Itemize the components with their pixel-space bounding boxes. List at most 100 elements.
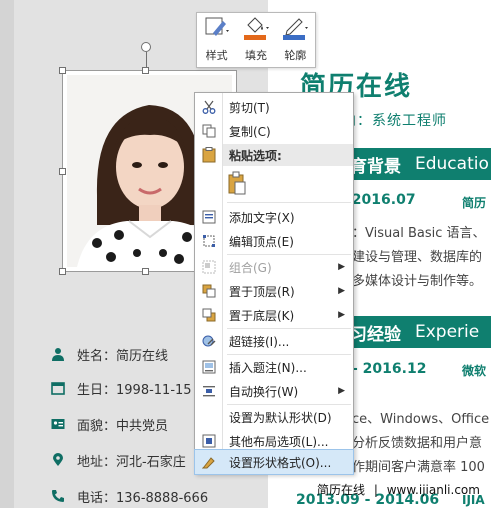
- mini-toolbar: 样式 填充 轮廓: [196, 12, 316, 68]
- context-menu: 剪切(T) 复制(C) 粘贴选项: 添加文字(X) 编辑顶点(E) 组合(G) …: [194, 92, 354, 475]
- education-school: 简历: [462, 196, 487, 210]
- submenu-arrow-icon: ▶: [338, 310, 345, 320]
- experience-company: 微软: [462, 364, 487, 378]
- format-shape-label: 设置形状格式(O)...: [229, 455, 332, 470]
- shape-outline-button[interactable]: 轮廓: [276, 13, 315, 67]
- hyperlink-label: 超链接(I)...: [229, 334, 290, 349]
- document-page: 姓名：简历在线 生日：1998-11-15 面貌：中共党员 地址：河北-石家庄 …: [0, 0, 491, 508]
- menu-item-set-default-shape[interactable]: 设置为默认形状(D): [195, 405, 353, 429]
- address-text: 地址：河北-石家庄: [77, 454, 186, 470]
- education-heading-en: Educatio: [415, 154, 489, 174]
- copy-label: 复制(C): [229, 124, 271, 139]
- menu-item-wrap-text[interactable]: 自动换行(W) ▶: [195, 379, 353, 403]
- shape-style-button[interactable]: 样式: [197, 13, 236, 67]
- name-text: 姓名：简历在线: [77, 348, 169, 364]
- format-shape-icon: [195, 455, 223, 469]
- fill-label: 填充: [244, 49, 267, 62]
- paste-options-label: 粘贴选项:: [229, 148, 282, 163]
- menu-item-send-to-back[interactable]: 置于底层(K) ▶: [195, 303, 353, 327]
- person-icon: [50, 346, 66, 362]
- style-label: 样式: [205, 49, 228, 62]
- education-section-header: 育背景 Educatio: [340, 148, 491, 180]
- bring-to-front-icon: [195, 284, 223, 298]
- menu-item-cut[interactable]: 剪切(T): [195, 95, 353, 119]
- info-name: 姓名：简历在线: [50, 344, 168, 364]
- insert-caption-icon: [195, 360, 223, 374]
- paste-options-header: 粘贴选项:: [223, 144, 353, 166]
- scissors-icon: [195, 100, 223, 114]
- resize-handle-top[interactable]: [142, 67, 149, 74]
- experience-heading-en: Experie: [415, 322, 480, 342]
- menu-item-edit-points[interactable]: 编辑顶点(E): [195, 229, 353, 253]
- shape-style-icon: [203, 15, 231, 41]
- paste-keep-source-button[interactable]: [195, 169, 353, 199]
- copy-icon: [195, 124, 223, 138]
- menu-item-bring-to-front[interactable]: 置于顶层(R) ▶: [195, 279, 353, 303]
- job-intent: 向：系统工程师: [342, 113, 447, 129]
- wrap-text-icon: [195, 384, 223, 398]
- experience-line-1: ce、Windows、Office: [352, 412, 490, 427]
- edit-points-icon: [195, 234, 223, 248]
- send-to-back-label: 置于底层(K): [229, 308, 295, 323]
- add-text-label: 添加文字(X): [229, 210, 295, 225]
- id-card-icon: [50, 416, 66, 432]
- watermark-separator: |: [373, 483, 378, 497]
- education-line-1: ：Visual Basic 语言、: [352, 226, 486, 241]
- experience-heading: 习经验: [350, 324, 401, 345]
- paste-clipboard-icon: [223, 171, 247, 198]
- experience-section-header: 习经验 Experie: [340, 316, 491, 348]
- insert-caption-label: 插入题注(N)...: [229, 360, 307, 375]
- info-phone: 电话：136-8888-666: [50, 486, 208, 506]
- bring-to-front-label: 置于顶层(R): [229, 284, 295, 299]
- education-date: -2016.07: [346, 192, 416, 208]
- info-politics: 面貌：中共党员: [50, 414, 168, 434]
- menu-item-insert-caption[interactable]: 插入题注(N)...: [195, 355, 353, 379]
- hyperlink-icon: [195, 334, 223, 348]
- set-default-shape-label: 设置为默认形状(D): [229, 410, 332, 425]
- menu-separator: [227, 202, 351, 203]
- resize-handle-bottom-left[interactable]: [59, 268, 66, 275]
- menu-item-group[interactable]: 组合(G) ▶: [195, 255, 353, 279]
- resize-handle-left[interactable]: [59, 168, 66, 175]
- location-pin-icon: [50, 452, 66, 468]
- cut-label: 剪切(T): [229, 100, 270, 115]
- site-watermark: 简历在线 | www.ijianli.com: [317, 481, 480, 498]
- send-to-back-icon: [195, 308, 223, 322]
- education-heading: 育背景: [350, 156, 401, 177]
- submenu-arrow-icon: ▶: [338, 262, 345, 272]
- menu-item-copy[interactable]: 复制(C): [195, 119, 353, 143]
- education-line-2: 建设与管理、数据库的: [352, 250, 483, 265]
- outline-label: 轮廓: [284, 49, 307, 62]
- experience-date: - 2016.12: [352, 361, 427, 377]
- experience-line-2: 分析反馈数据和用户意: [352, 436, 483, 451]
- politics-text: 面貌：中共党员: [77, 418, 169, 434]
- info-birthday: 生日：1998-11-15: [50, 378, 192, 398]
- resize-handle-top-left[interactable]: [59, 67, 66, 74]
- menu-item-hyperlink[interactable]: 超链接(I)...: [195, 329, 353, 353]
- phone-icon: [50, 488, 66, 504]
- group-label: 组合(G): [229, 260, 272, 275]
- menu-item-add-text[interactable]: 添加文字(X): [195, 205, 353, 229]
- submenu-arrow-icon: ▶: [338, 286, 345, 296]
- education-line-3: 多媒体设计与制作等。: [352, 274, 483, 289]
- birthday-text: 生日：1998-11-15: [77, 382, 192, 398]
- rotation-handle[interactable]: [141, 42, 151, 52]
- add-text-icon: [195, 210, 223, 224]
- paint-bucket-icon: [242, 15, 270, 41]
- info-address: 地址：河北-石家庄: [50, 450, 186, 470]
- clipboard-icon: [202, 147, 216, 167]
- submenu-arrow-icon: ▶: [338, 386, 345, 396]
- layout-options-icon: [195, 434, 223, 448]
- wrap-text-label: 自动换行(W): [229, 384, 299, 399]
- resize-handle-bottom[interactable]: [142, 268, 149, 275]
- rotation-handle-line: [146, 52, 147, 68]
- experience-line-3: 作期间客户满意率 100: [352, 460, 485, 475]
- group-icon: [195, 260, 223, 274]
- phone-text: 电话：136-8888-666: [77, 490, 209, 506]
- menu-item-format-shape[interactable]: 设置形状格式(O)...: [194, 449, 354, 475]
- watermark-brand: 简历在线: [317, 483, 366, 497]
- watermark-url: www.ijianli.com: [386, 483, 480, 497]
- calendar-icon: [50, 380, 66, 396]
- more-layout-label: 其他布局选项(L)...: [229, 434, 329, 449]
- shape-fill-button[interactable]: 填充: [236, 13, 275, 67]
